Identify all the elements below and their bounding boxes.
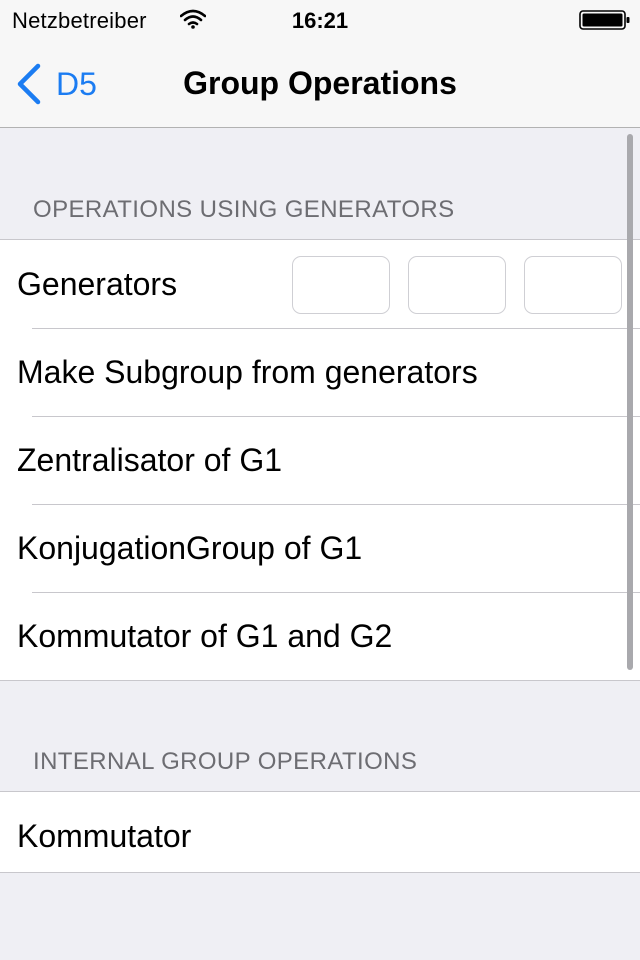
section-header-internal: INTERNAL GROUP OPERATIONS: [33, 748, 418, 775]
row-kommutator-g1-g2[interactable]: Kommutator of G1 and G2: [0, 592, 640, 680]
status-bar: Netzbetreiber 16:21: [0, 0, 640, 40]
row-zentralisator[interactable]: Zentralisator of G1: [0, 416, 640, 504]
vertical-scrollbar[interactable]: [627, 134, 633, 670]
row-label: Generators: [17, 266, 178, 302]
table-view[interactable]: OPERATIONS USING GENERATORS Generators M…: [0, 128, 640, 960]
row-label: KonjugationGroup of G1: [17, 530, 363, 566]
navigation-bar: D5 Group Operations: [0, 40, 640, 128]
section-generators: Generators Make Subgroup from generators…: [0, 239, 640, 681]
row-label: Zentralisator of G1: [17, 442, 282, 478]
generator-field-2[interactable]: [408, 256, 506, 314]
row-label: Make Subgroup from generators: [17, 354, 478, 390]
row-make-subgroup[interactable]: Make Subgroup from generators: [0, 328, 640, 416]
clock: 16:21: [291, 8, 349, 33]
row-generators: Generators: [0, 240, 640, 328]
section-internal-operations: Kommutator: [0, 791, 640, 873]
row-kommutator[interactable]: Kommutator: [0, 792, 640, 872]
row-label: Kommutator: [17, 818, 192, 854]
generator-field-3[interactable]: [524, 256, 622, 314]
generator-field-1[interactable]: [292, 256, 390, 314]
page-title: Group Operations: [183, 65, 457, 101]
section-header-generators: OPERATIONS USING GENERATORS: [33, 196, 455, 223]
row-label: Kommutator of G1 and G2: [17, 618, 393, 654]
battery-full-icon: [579, 10, 630, 30]
row-konjugation-group[interactable]: KonjugationGroup of G1: [0, 504, 640, 592]
